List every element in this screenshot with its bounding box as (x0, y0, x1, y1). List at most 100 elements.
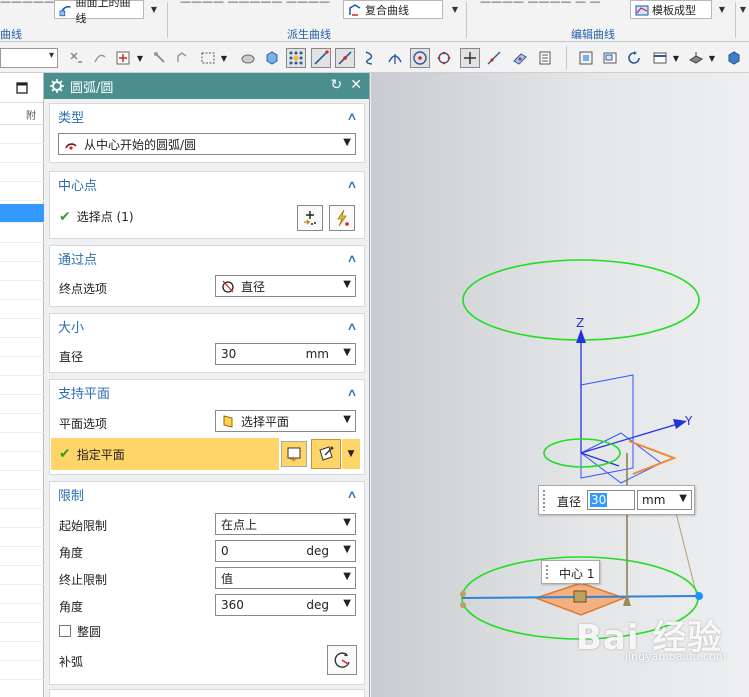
center-point-section-header[interactable]: 中心点 ∧ (50, 172, 364, 196)
end-limit-select[interactable]: 值 ▼ (215, 567, 356, 589)
navigator-row[interactable] (0, 509, 44, 528)
start-limit-select[interactable]: 在点上 ▼ (215, 513, 356, 535)
navigator-row[interactable] (0, 243, 44, 262)
rectangle-select-dropdown[interactable]: ▼ (218, 48, 230, 68)
reset-icon[interactable]: ↻ (331, 77, 343, 93)
collapse-chevron-icon[interactable]: ∧ (346, 178, 357, 191)
render-style-dropdown[interactable]: ▼ (706, 48, 718, 68)
point-dialog-dropdown[interactable]: ▼ (134, 48, 146, 68)
chevron-down-icon[interactable]: ▼ (343, 544, 351, 555)
select-curve-icon[interactable] (90, 48, 110, 68)
maximize-icon[interactable] (15, 81, 28, 94)
plane-dialog-button[interactable] (281, 441, 307, 467)
point-on-face-snap-icon[interactable] (510, 48, 530, 68)
onscreen-unit-select[interactable]: mm ▼ (637, 490, 692, 510)
rectangle-select-icon[interactable] (198, 48, 218, 68)
solid-body-icon[interactable] (262, 48, 282, 68)
navigator-row[interactable] (0, 376, 44, 395)
existing-point-snap-icon[interactable] (460, 48, 480, 68)
rotate-view-icon[interactable] (624, 48, 644, 68)
arc-center-snap-icon[interactable] (410, 48, 430, 68)
fit-view-icon[interactable] (576, 48, 596, 68)
intersection-snap-icon[interactable] (385, 48, 405, 68)
zoom-view-icon[interactable] (600, 48, 620, 68)
diameter-input[interactable]: 30 mm ▼ (215, 343, 356, 365)
navigator-row[interactable] (0, 319, 44, 338)
endpoint-option-select[interactable]: 直径 ▼ (215, 275, 356, 297)
navigator-row[interactable] (0, 528, 44, 547)
navigator-row[interactable] (0, 182, 44, 201)
collapse-chevron-icon[interactable]: ∧ (346, 320, 357, 333)
support-plane-section-header[interactable]: 支持平面 ∧ (50, 380, 364, 404)
quadrant-snap-icon[interactable] (434, 48, 454, 68)
navigator-row[interactable] (0, 471, 44, 490)
chevron-down-icon[interactable]: ▼ (343, 347, 351, 358)
type-filter-select[interactable] (0, 48, 58, 68)
navigator-row[interactable] (0, 585, 44, 604)
collapse-chevron-icon[interactable]: ∧ (346, 386, 357, 399)
navigator-row[interactable] (0, 262, 44, 281)
collapse-chevron-icon[interactable]: ∧ (346, 110, 357, 123)
specify-plane-row[interactable]: ✔ 指定平面 (51, 438, 279, 470)
wireframe-icon[interactable] (238, 48, 258, 68)
plane-method-dropdown[interactable]: ▼ (342, 439, 360, 469)
render-style-icon[interactable] (686, 48, 706, 68)
navigator-row[interactable] (0, 144, 44, 163)
endpoint-handle[interactable] (695, 592, 703, 600)
plane-option-select[interactable]: 选择平面 ▼ (215, 410, 356, 432)
full-circle-checkbox[interactable] (59, 625, 71, 637)
navigator-row[interactable] (0, 642, 44, 661)
complement-arc-button[interactable] (327, 645, 357, 675)
curve-on-face-button[interactable]: 曲面上的曲线 (54, 0, 144, 25)
select-group-icon[interactable] (172, 48, 192, 68)
composite-curve-button[interactable]: 复合曲线 (343, 0, 443, 19)
chevron-down-icon[interactable]: ▼ (343, 598, 351, 609)
size-section-header[interactable]: 大小 ∧ (50, 314, 364, 338)
point-dialog-button[interactable] (297, 205, 323, 231)
curve-on-face-dropdown[interactable]: ▼ (148, 0, 160, 19)
endpoint-snap-icon[interactable] (311, 48, 331, 68)
orient-view-dropdown[interactable]: ▼ (670, 48, 682, 68)
navigator-row[interactable] (0, 163, 44, 182)
navigator-row[interactable] (0, 338, 44, 357)
navigator-row[interactable] (0, 566, 44, 585)
drag-handle-left-2[interactable] (460, 602, 466, 608)
shaded-view-icon[interactable] (724, 48, 744, 68)
navigator-row[interactable] (0, 490, 44, 509)
composite-curve-dropdown[interactable]: ▼ (449, 0, 461, 19)
bounded-grid-snap-icon[interactable] (535, 48, 555, 68)
midpoint-snap-icon[interactable] (335, 48, 355, 68)
snap-grid-icon[interactable] (286, 48, 306, 68)
snap-filter-icon[interactable] (66, 48, 86, 68)
start-angle-input[interactable]: 0 deg ▼ (215, 540, 356, 562)
template-molding-button[interactable]: 模板成型 (630, 0, 712, 19)
type-select[interactable]: 从中心开始的圆弧/圆 ▼ (58, 133, 356, 155)
collapse-chevron-icon[interactable]: ∧ (346, 252, 357, 265)
navigator-row[interactable] (0, 547, 44, 566)
onscreen-diameter-field[interactable]: 30 (587, 490, 635, 510)
navigator-row[interactable] (0, 357, 44, 376)
ribbon-more-dropdown[interactable]: ▼ (737, 0, 749, 19)
template-molding-dropdown[interactable]: ▼ (716, 0, 728, 19)
point-on-curve-snap-icon[interactable] (484, 48, 504, 68)
limits-section-header[interactable]: 限制 ∧ (50, 482, 364, 506)
inferred-point-button[interactable] (329, 205, 355, 231)
navigator-row[interactable] (0, 395, 44, 414)
plane-constructor-button[interactable] (311, 439, 341, 469)
navigator-row[interactable] (0, 125, 44, 144)
navigator-row[interactable] (0, 452, 44, 471)
type-section-header[interactable]: 类型 ∧ (50, 104, 364, 128)
drag-grip-icon[interactable] (545, 564, 549, 580)
collapse-chevron-icon[interactable]: ∧ (346, 488, 357, 501)
point-dialog-icon[interactable] (113, 48, 133, 68)
center-point-handle[interactable] (573, 590, 587, 603)
control-point-snap-icon[interactable] (360, 48, 380, 68)
settings-section-header[interactable]: 设置 ∨ (50, 690, 364, 697)
navigator-row[interactable] (0, 224, 44, 243)
orient-view-icon[interactable] (650, 48, 670, 68)
select-feature-icon[interactable] (150, 48, 170, 68)
close-icon[interactable]: ✕ (350, 77, 362, 93)
navigator-row-selected[interactable] (0, 204, 44, 223)
drag-grip-icon[interactable] (542, 489, 546, 511)
navigator-row[interactable] (0, 433, 44, 452)
